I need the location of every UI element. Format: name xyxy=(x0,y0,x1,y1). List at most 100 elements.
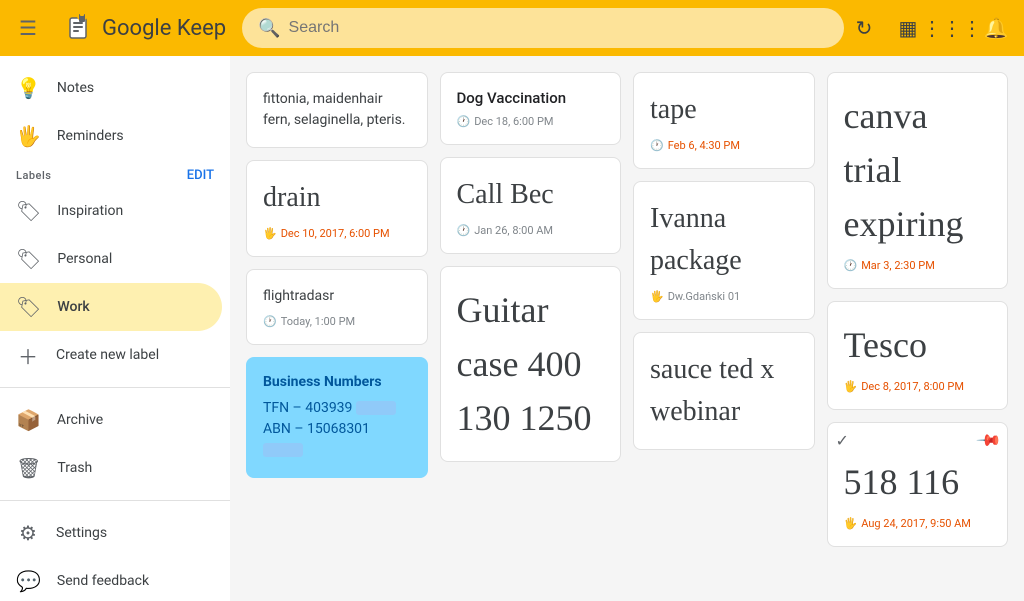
clock-icon-9: 🕐 xyxy=(263,315,277,328)
note-body-10: Guitar case 400 130 1250 xyxy=(457,283,605,445)
note-label-text-7: Dw.Gdański 01 xyxy=(668,290,741,303)
note-card-9[interactable]: flightradasr 🕐 Today, 1:00 PM xyxy=(246,269,428,345)
app-header: ☰ Google Keep 🔍 ↻ ▦ ⋮⋮⋮ 🔔 xyxy=(0,0,1024,56)
sidebar-archive-label: Archive xyxy=(57,412,103,428)
sidebar-inspiration-label: Inspiration xyxy=(57,203,123,219)
labels-edit-button[interactable]: EDIT xyxy=(187,168,214,183)
note-card-13[interactable]: Business Numbers TFN – 403939 ABN – 1506… xyxy=(246,357,428,478)
sidebar-item-inspiration[interactable]: 🏷 Inspiration xyxy=(0,187,222,235)
label-icon-7: 🖐 xyxy=(650,290,664,303)
note-card-8[interactable]: Tesco 🖐 Dec 8, 2017, 8:00 PM xyxy=(827,301,1009,410)
refresh-button[interactable]: ↻ xyxy=(844,8,884,48)
blurred-tfn xyxy=(356,401,396,415)
sidebar-item-notes[interactable]: 💡 Notes xyxy=(0,64,222,112)
trash-icon: 🗑 xyxy=(16,456,41,480)
notes-grid: fittonia, maidenhair fern, selaginella, … xyxy=(246,72,1008,547)
note-body-6: Call Bec xyxy=(457,174,605,216)
header-left: ☰ Google Keep xyxy=(8,8,226,48)
note-body-3: tape xyxy=(650,89,798,131)
note-time-6: 🕐 Jan 26, 8:00 AM xyxy=(457,224,605,237)
note-body-13: TFN – 403939 ABN – 15068301 xyxy=(263,398,411,461)
note-card-6[interactable]: Call Bec 🕐 Jan 26, 8:00 AM xyxy=(440,157,622,254)
sidebar-trash-label: Trash xyxy=(57,460,92,476)
blurred-abn xyxy=(263,443,303,457)
logo-icon xyxy=(60,10,96,46)
note-label-7: 🖐 Dw.Gdański 01 xyxy=(650,290,798,303)
note-body-9: flightradasr xyxy=(263,286,411,307)
note-time-2: 🕐 Dec 18, 6:00 PM xyxy=(457,115,605,128)
note-card-11[interactable]: sauce ted x webinar xyxy=(633,332,815,450)
main-content: fittonia, maidenhair fern, selaginella, … xyxy=(230,56,1024,601)
note-card-4[interactable]: canva trial expiring 🕐 Mar 3, 2:30 PM xyxy=(827,72,1009,289)
note-title-2: Dog Vaccination xyxy=(457,89,605,107)
sidebar-item-archive[interactable]: 📦 Archive xyxy=(0,396,222,444)
note-time-8: 🖐 Dec 8, 2017, 8:00 PM xyxy=(844,380,992,393)
search-input[interactable] xyxy=(289,19,828,37)
search-icon: 🔍 xyxy=(258,18,280,39)
note-time-5: 🖐 Dec 10, 2017, 6:00 PM xyxy=(263,227,411,240)
sidebar-item-settings[interactable]: ⚙ Settings xyxy=(0,509,222,557)
lightbulb-icon: 💡 xyxy=(16,76,41,100)
note-time-text-2: Dec 18, 6:00 PM xyxy=(474,115,553,128)
note-body-5: drain xyxy=(263,177,411,219)
note-time-text-8: Dec 8, 2017, 8:00 PM xyxy=(861,380,964,393)
reminder-icon-5: 🖐 xyxy=(263,227,277,240)
reminder-icon-8: 🖐 xyxy=(844,380,858,393)
sidebar-create-label: Create new label xyxy=(56,347,159,363)
note-body-1: fittonia, maidenhair fern, selaginella, … xyxy=(263,89,411,131)
sidebar-item-trash[interactable]: 🗑 Trash xyxy=(0,444,222,492)
note-time-text-9: Today, 1:00 PM xyxy=(281,315,355,328)
clock-icon-4: 🕐 xyxy=(844,259,858,272)
note-card-10[interactable]: Guitar case 400 130 1250 xyxy=(440,266,622,462)
note-card-3[interactable]: tape 🕐 Feb 6, 4:30 PM xyxy=(633,72,815,169)
sidebar-item-work[interactable]: 🏷 Work xyxy=(0,283,222,331)
hamburger-icon: ☰ xyxy=(19,16,37,40)
note-time-9: 🕐 Today, 1:00 PM xyxy=(263,315,411,328)
sidebar-settings-label: Settings xyxy=(56,525,107,541)
note-time-3: 🕐 Feb 6, 4:30 PM xyxy=(650,139,798,152)
note-body-8: Tesco xyxy=(844,318,992,372)
sidebar-item-create-label[interactable]: ＋ Create new label xyxy=(0,331,222,379)
note-card-7[interactable]: Ivanna package 🖐 Dw.Gdański 01 xyxy=(633,181,815,320)
apps-button[interactable]: ⋮⋮⋮ xyxy=(932,8,972,48)
note-card-2[interactable]: Dog Vaccination 🕐 Dec 18, 6:00 PM xyxy=(440,72,622,145)
reminder-icon-3: 🕐 xyxy=(650,139,664,152)
note-time-text-6: Jan 26, 8:00 AM xyxy=(474,224,553,237)
labels-header: Labels EDIT xyxy=(0,160,230,187)
sidebar-divider xyxy=(0,387,230,388)
app-body: 💡 Notes 🖐 Reminders Labels EDIT 🏷 Inspir… xyxy=(0,56,1024,601)
note-card-12[interactable]: ✓ 📌 518 116 🖐 Aug 24, 2017, 9:50 AM xyxy=(827,422,1009,547)
label-icon-work: 🏷 xyxy=(16,295,41,319)
checkmark-icon: ✓ xyxy=(836,431,849,450)
clock-icon-6: 🕐 xyxy=(457,224,471,237)
add-icon: ＋ xyxy=(16,341,40,370)
sidebar-work-label: Work xyxy=(57,299,89,315)
label-icon: 🏷 xyxy=(16,199,41,223)
logo-text: Google Keep xyxy=(102,16,226,41)
note-time-text-12: Aug 24, 2017, 9:50 AM xyxy=(861,517,971,530)
sidebar-notes-label: Notes xyxy=(57,80,94,96)
note-body-12: 518 116 xyxy=(844,455,992,509)
notifications-button[interactable]: 🔔 xyxy=(976,8,1016,48)
sidebar-item-personal[interactable]: 🏷 Personal xyxy=(0,235,222,283)
reminder-icon: 🖐 xyxy=(16,124,41,148)
search-bar[interactable]: 🔍 xyxy=(242,8,844,48)
archive-icon: 📦 xyxy=(16,408,41,432)
note-card-1[interactable]: fittonia, maidenhair fern, selaginella, … xyxy=(246,72,428,148)
note-card-5[interactable]: drain 🖐 Dec 10, 2017, 6:00 PM xyxy=(246,160,428,257)
settings-icon: ⚙ xyxy=(16,521,40,545)
note-time-text-3: Feb 6, 4:30 PM xyxy=(668,139,740,152)
labels-title: Labels xyxy=(16,169,51,182)
note-body-7: Ivanna package xyxy=(650,198,798,282)
sidebar-reminders-label: Reminders xyxy=(57,128,124,144)
pin-icon: 📌 xyxy=(975,427,1003,455)
sidebar: 💡 Notes 🖐 Reminders Labels EDIT 🏷 Inspir… xyxy=(0,56,230,601)
menu-button[interactable]: ☰ xyxy=(8,8,48,48)
note-time-text-4: Mar 3, 2:30 PM xyxy=(861,259,935,272)
sidebar-feedback-label: Send feedback xyxy=(57,573,149,589)
sidebar-item-reminders[interactable]: 🖐 Reminders xyxy=(0,112,222,160)
note-body-4: canva trial expiring xyxy=(844,89,992,251)
sidebar-divider-2 xyxy=(0,500,230,501)
sidebar-personal-label: Personal xyxy=(57,251,112,267)
sidebar-item-feedback[interactable]: 💬 Send feedback xyxy=(0,557,222,601)
